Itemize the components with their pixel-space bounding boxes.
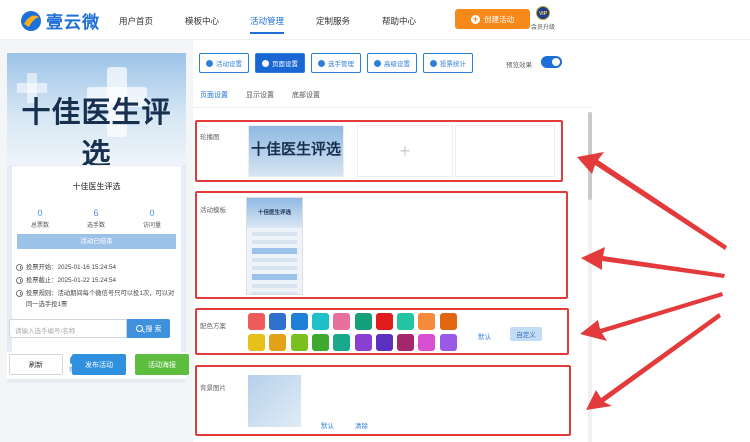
arrow-icon xyxy=(580,292,723,341)
annotation-arrows xyxy=(577,152,727,410)
arrow-icon xyxy=(581,247,725,278)
arrow-icon xyxy=(577,152,727,250)
